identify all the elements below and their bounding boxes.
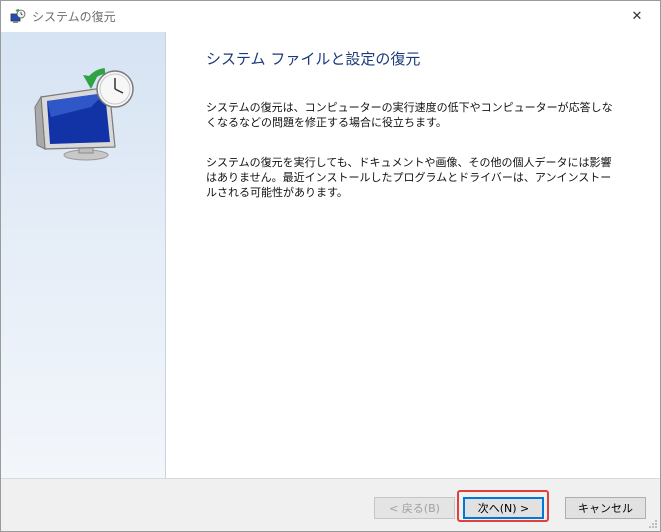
sidebar-panel [1, 32, 166, 478]
system-restore-window: システムの復元 ✕ システム ファイルと設定の復元 システムの復元は、コンピュー… [0, 0, 661, 532]
page-title: システム ファイルと設定の復元 [206, 50, 421, 68]
system-restore-icon [10, 8, 26, 23]
next-button[interactable]: 次へ(N) > [463, 497, 544, 519]
close-button[interactable]: ✕ [614, 1, 660, 32]
back-button[interactable]: < 戻る(B) [374, 497, 455, 519]
title-bar: システムの復元 ✕ [1, 1, 660, 32]
description-paragraph-1: システムの復元は、コンピューターの実行速度の低下やコンピューターが応答しなくなる… [206, 101, 613, 129]
cancel-button[interactable]: キャンセル [565, 497, 646, 519]
close-icon: ✕ [631, 9, 643, 24]
content-panel: システム ファイルと設定の復元 システムの復元は、コンピューターの実行速度の低下… [166, 32, 660, 478]
window-title: システムの復元 [32, 10, 116, 24]
resize-grip-icon[interactable] [648, 519, 658, 529]
wizard-footer: < 戻る(B) 次へ(N) > キャンセル [1, 478, 660, 531]
description-paragraph-2: システムの復元を実行しても、ドキュメントや画像、その他の個人データには影響はあり… [206, 156, 612, 199]
system-restore-monitor-clock-icon [34, 68, 134, 161]
